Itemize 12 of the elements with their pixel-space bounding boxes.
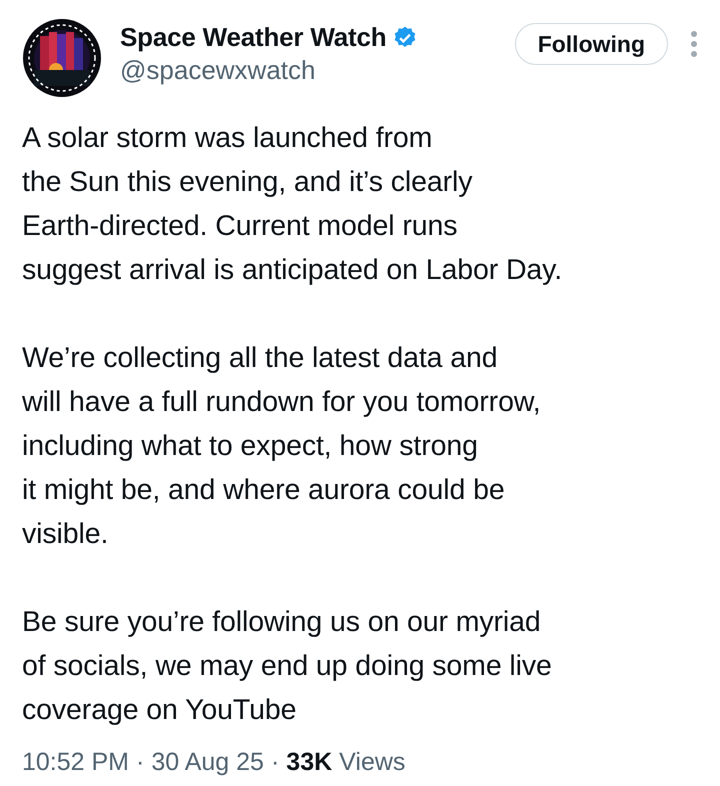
separator: · [270,748,280,777]
tweet-paragraph: Be sure you’re following us on our myriad of socials, we may end up doing some live coverage on YouTube [22,605,553,728]
views-label: Views [339,748,406,777]
account-handle[interactable]: @spacewxwatch [120,55,515,86]
views-count: 33K [286,748,332,777]
tweet-paragraph: A solar storm was launched from the Sun this evening, and it’s clearly Earth-directed. Current model runs suggest arrival is anticipated on Labor Day. [22,121,564,288]
account-name[interactable]: Space Weather Watch [120,22,386,53]
post-date[interactable]: 30 Aug 25 [151,748,264,777]
following-button[interactable]: Following [514,23,668,65]
separator: · [136,748,144,777]
tweet-paragraph: We’re collecting all the latest data and will have a full rundown for you tomorrow, including what to expect, how strong it might be, and where aurora could be visible. [22,341,542,552]
post-time[interactable]: 10:52 PM [22,748,130,777]
